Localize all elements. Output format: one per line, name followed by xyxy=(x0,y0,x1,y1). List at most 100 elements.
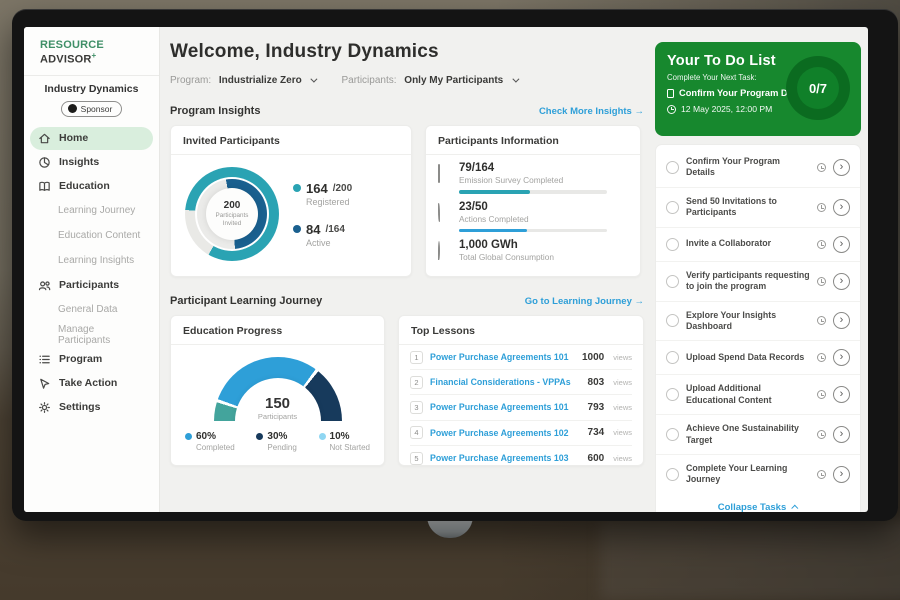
lesson-link[interactable]: Power Purchase Agreements 103 xyxy=(430,453,581,463)
page-title: Welcome, Industry Dynamics xyxy=(170,41,644,63)
task-row-invite-collaborator[interactable]: Invite a Collaborator › xyxy=(656,228,860,262)
lesson-views: 1000 xyxy=(582,352,604,363)
lesson-views: 803 xyxy=(588,377,605,388)
lesson-link[interactable]: Power Purchase Agreements 102 xyxy=(430,428,581,438)
stat-label: Emission Survey Completed xyxy=(459,175,607,185)
task-checkbox[interactable] xyxy=(666,238,679,251)
legend-item-registered: 164 /200 Registered xyxy=(293,181,352,207)
legend-label: Pending xyxy=(267,443,296,452)
clock-icon xyxy=(817,430,826,439)
sponsor-badge-label: Sponsor xyxy=(81,104,113,114)
stat-actions-completed: 23/50 Actions Completed xyxy=(426,194,640,233)
task-row-verify-participants[interactable]: Verify participants requesting to join t… xyxy=(656,262,860,302)
task-chevron-button[interactable]: › xyxy=(833,312,850,329)
task-checkbox[interactable] xyxy=(666,468,679,481)
lesson-row: 5 Power Purchase Agreements 103 600 view… xyxy=(410,446,632,471)
legend-dot xyxy=(319,433,326,440)
lesson-link[interactable]: Financial Considerations - VPPAs xyxy=(430,377,581,387)
task-label: Upload Additional Educational Content xyxy=(686,383,810,406)
program-filter[interactable]: Program: Industrialize Zero xyxy=(170,75,315,86)
sidebar-item-home[interactable]: Home xyxy=(30,127,153,150)
sidebar-item-manage-participants[interactable]: Manage Participants xyxy=(30,323,153,347)
task-chevron-button[interactable]: › xyxy=(833,199,850,216)
clock-icon xyxy=(817,240,826,249)
task-label: Complete Your Learning Journey xyxy=(686,463,810,486)
task-checkbox[interactable] xyxy=(666,275,679,288)
task-chevron-button[interactable]: › xyxy=(833,349,850,366)
todo-progress-value: 0/7 xyxy=(797,67,839,109)
lesson-link[interactable]: Power Purchase Agreements 101 xyxy=(430,402,581,412)
check-more-insights-link[interactable]: Check More Insights → xyxy=(539,106,644,117)
legend-pct: 10% xyxy=(330,431,350,442)
stat-label: Total Global Consumption xyxy=(459,252,554,262)
sidebar-item-learning-insights[interactable]: Learning Insights xyxy=(30,249,153,273)
sponsor-badge[interactable]: Sponsor xyxy=(61,101,123,117)
app-logo[interactable]: RESOURCE ADVISOR+ xyxy=(24,27,159,66)
lesson-row: 2 Financial Considerations - VPPAs 803 v… xyxy=(410,370,632,395)
card-title: Top Lessons xyxy=(399,316,643,345)
legend-dot xyxy=(293,184,301,192)
sidebar-item-program[interactable]: Program xyxy=(30,348,153,371)
sidebar-item-label: Take Action xyxy=(59,377,117,389)
task-chevron-button[interactable]: › xyxy=(833,236,850,253)
sidebar-item-education[interactable]: Education xyxy=(30,175,153,198)
task-row-explore-insights[interactable]: Explore Your Insights Dashboard › xyxy=(656,302,860,342)
task-row-achieve-target[interactable]: Achieve One Sustainability Target › xyxy=(656,415,860,455)
sidebar-item-label: Program xyxy=(59,353,102,365)
sidebar-item-label: Learning Journey xyxy=(58,205,135,216)
take-action-icon xyxy=(38,377,51,390)
legend-item-active: 84 /164 Active xyxy=(293,222,352,248)
task-chevron-button[interactable]: › xyxy=(833,426,850,443)
task-row-confirm-program[interactable]: Confirm Your Program Details › xyxy=(656,148,860,188)
task-row-send-invitations[interactable]: Send 50 Invitations to Participants › xyxy=(656,188,860,228)
sidebar-item-education-content[interactable]: Education Content xyxy=(30,224,153,248)
stat-value: 1,000 GWh xyxy=(459,239,554,251)
learning-cards-row: Education Progress 150 Participants xyxy=(170,315,644,466)
task-checkbox[interactable] xyxy=(666,388,679,401)
donut-legend: 164 /200 Registered 84 /164 xyxy=(293,181,352,248)
main-content: Welcome, Industry Dynamics Program: Indu… xyxy=(170,27,644,466)
sidebar-item-take-action[interactable]: Take Action xyxy=(30,372,153,395)
sidebar-item-participants[interactable]: Participants xyxy=(30,274,153,297)
stat-global-consumption: 1,000 GWh Total Global Consumption xyxy=(426,232,640,262)
legend-value: 164 xyxy=(306,181,328,196)
go-to-learning-journey-link[interactable]: Go to Learning Journey → xyxy=(525,296,644,307)
stat-emission-survey: 79/164 Emission Survey Completed xyxy=(426,155,640,194)
lesson-link[interactable]: Power Purchase Agreements 101 xyxy=(430,352,575,362)
task-chevron-button[interactable]: › xyxy=(833,159,850,176)
task-label: Send 50 Invitations to Participants xyxy=(686,196,810,219)
education-gauge-chart: 150 Participants xyxy=(214,357,342,421)
task-checkbox[interactable] xyxy=(666,201,679,214)
sidebar-divider xyxy=(24,75,159,76)
task-row-upload-educational-content[interactable]: Upload Additional Educational Content › xyxy=(656,375,860,415)
task-row-complete-learning-journey[interactable]: Complete Your Learning Journey › xyxy=(656,455,860,494)
clock-icon xyxy=(817,470,826,479)
task-checkbox[interactable] xyxy=(666,161,679,174)
task-checkbox[interactable] xyxy=(666,314,679,327)
task-chevron-button[interactable]: › xyxy=(833,466,850,483)
clipboard-icon xyxy=(667,89,674,98)
filter-bar: Program: Industrialize Zero Participants… xyxy=(170,75,644,86)
survey-icon xyxy=(438,164,440,183)
logo-secondary: ADVISOR xyxy=(40,54,92,66)
sidebar-item-settings[interactable]: Settings xyxy=(30,396,153,419)
todo-progress-ring: 0/7 xyxy=(786,56,850,120)
lesson-rank: 2 xyxy=(410,376,423,389)
clock-icon xyxy=(817,203,826,212)
task-chevron-button[interactable]: › xyxy=(833,273,850,290)
task-checkbox[interactable] xyxy=(666,428,679,441)
task-label: Confirm Your Program Details xyxy=(686,156,810,179)
program-icon xyxy=(38,353,51,366)
task-checkbox[interactable] xyxy=(666,351,679,364)
lesson-rank: 3 xyxy=(410,401,423,414)
sidebar-item-learning-journey[interactable]: Learning Journey xyxy=(30,199,153,223)
participants-filter[interactable]: Participants: Only My Participants xyxy=(341,75,517,86)
sidebar-item-insights[interactable]: Insights xyxy=(30,151,153,174)
collapse-tasks-button[interactable]: Collapse Tasks xyxy=(656,494,860,512)
link-label: Go to Learning Journey xyxy=(525,296,632,307)
task-row-upload-spend-data[interactable]: Upload Spend Data Records › xyxy=(656,341,860,375)
clock-icon xyxy=(817,277,826,286)
lesson-rank: 4 xyxy=(410,426,423,439)
task-chevron-button[interactable]: › xyxy=(833,386,850,403)
sidebar-item-general-data[interactable]: General Data xyxy=(30,298,153,322)
